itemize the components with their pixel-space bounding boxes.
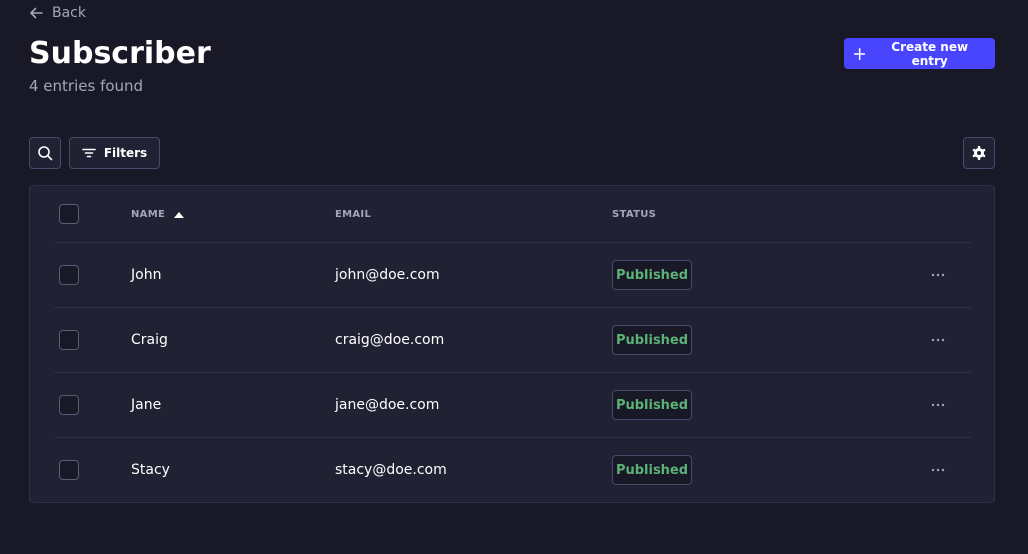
row-checkbox[interactable] bbox=[59, 395, 79, 415]
table-row[interactable]: Stacy stacy@doe.com Published bbox=[54, 438, 971, 503]
column-header-status: STATUS bbox=[612, 209, 657, 220]
cell-name: Craig bbox=[131, 332, 168, 348]
page-title: Subscriber bbox=[29, 36, 211, 71]
plus-icon bbox=[854, 47, 866, 60]
row-actions-button[interactable] bbox=[928, 265, 948, 285]
gear-icon bbox=[972, 146, 986, 160]
row-actions-button[interactable] bbox=[928, 395, 948, 415]
more-horizontal-icon bbox=[931, 273, 945, 277]
entries-table: NAME EMAIL STATUS John john@doe.com Publ… bbox=[29, 185, 995, 503]
row-checkbox[interactable] bbox=[59, 265, 79, 285]
status-badge: Published bbox=[612, 455, 692, 485]
table-header-row: NAME EMAIL STATUS bbox=[54, 186, 971, 243]
row-checkbox[interactable] bbox=[59, 460, 79, 480]
create-new-entry-button[interactable]: Create new entry bbox=[844, 38, 995, 69]
more-horizontal-icon bbox=[931, 468, 945, 472]
filters-button[interactable]: Filters bbox=[69, 137, 160, 169]
table-row[interactable]: Jane jane@doe.com Published bbox=[54, 373, 971, 438]
column-header-name[interactable]: NAME bbox=[131, 208, 185, 222]
entries-count: 4 entries found bbox=[29, 77, 144, 95]
status-badge: Published bbox=[612, 260, 692, 290]
row-actions-button[interactable] bbox=[928, 330, 948, 350]
search-button[interactable] bbox=[29, 137, 61, 169]
search-icon bbox=[38, 146, 53, 161]
content-manager-page: Back Subscriber 4 entries found Create n… bbox=[0, 0, 1028, 554]
column-header-email: EMAIL bbox=[335, 209, 372, 220]
create-new-entry-label: Create new entry bbox=[891, 39, 969, 68]
table-row[interactable]: John john@doe.com Published bbox=[54, 243, 971, 308]
status-badge: Published bbox=[612, 325, 692, 355]
filters-label: Filters bbox=[103, 146, 148, 160]
status-badge: Published bbox=[612, 390, 692, 420]
cell-name: Stacy bbox=[131, 462, 170, 478]
more-horizontal-icon bbox=[931, 403, 945, 407]
row-checkbox[interactable] bbox=[59, 330, 79, 350]
cell-email: jane@doe.com bbox=[335, 397, 440, 413]
filter-icon bbox=[82, 148, 96, 158]
cell-name: Jane bbox=[131, 397, 162, 413]
back-link[interactable]: Back bbox=[29, 4, 86, 22]
cell-email: stacy@doe.com bbox=[335, 462, 447, 478]
caret-up-icon bbox=[174, 212, 185, 218]
arrow-left-icon bbox=[30, 7, 43, 19]
table-row[interactable]: Craig craig@doe.com Published bbox=[54, 308, 971, 373]
select-all-checkbox[interactable] bbox=[59, 204, 79, 224]
row-actions-button[interactable] bbox=[928, 460, 948, 480]
back-label: Back bbox=[52, 5, 86, 21]
settings-button[interactable] bbox=[963, 137, 995, 169]
cell-email: john@doe.com bbox=[335, 267, 440, 283]
cell-email: craig@doe.com bbox=[335, 332, 445, 348]
cell-name: John bbox=[131, 267, 162, 283]
more-horizontal-icon bbox=[931, 338, 945, 342]
